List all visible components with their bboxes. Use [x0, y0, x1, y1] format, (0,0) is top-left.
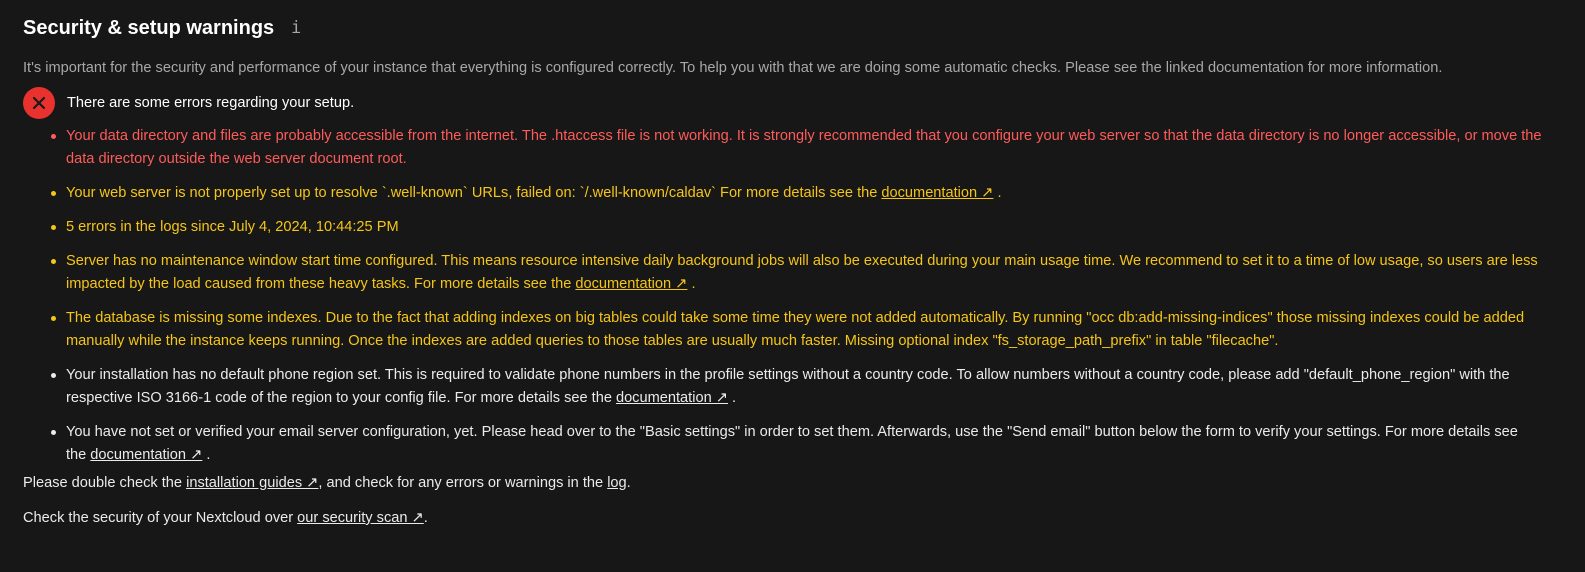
warning-text: Your installation has no default phone r…: [66, 367, 1510, 406]
warning-text-end: .: [727, 390, 737, 406]
section-header: Security & setup warnings i: [23, 14, 1562, 42]
documentation-link[interactable]: documentation ↗: [881, 185, 993, 201]
warning-text: Your data directory and files are probab…: [66, 128, 1542, 167]
status-text: There are some errors regarding your set…: [67, 95, 355, 111]
footer-text: Please double check the: [23, 475, 183, 491]
warning-text-end: .: [993, 185, 1002, 201]
section-title: Security & setup warnings: [23, 16, 275, 39]
documentation-link[interactable]: documentation ↗: [575, 276, 687, 292]
warning-item: The database is missing some indexes. Du…: [45, 307, 1562, 353]
close-icon: [32, 96, 46, 110]
footer-text: .: [423, 510, 428, 526]
section-intro: It's important for the security and perf…: [23, 60, 1443, 76]
log-link[interactable]: log: [607, 475, 626, 491]
warning-item: Your installation has no default phone r…: [45, 364, 1562, 410]
warning-item: Server has no maintenance window start t…: [45, 250, 1562, 296]
security-scan-link[interactable]: our security scan ↗: [297, 510, 424, 526]
warnings-list: Your data directory and files are probab…: [23, 125, 1562, 467]
footer-text: .: [626, 475, 631, 491]
warning-item: 5 errors in the logs since July 4, 2024,…: [45, 216, 1562, 239]
footer-text: Check the security of your Nextcloud ove…: [23, 510, 294, 526]
installation-guides-note: Please double check the installation gui…: [23, 472, 1562, 495]
documentation-link[interactable]: documentation ↗: [616, 390, 728, 406]
security-scan-note: Check the security of your Nextcloud ove…: [23, 507, 1562, 530]
footer-text: , and check for any errors or warnings i…: [318, 475, 604, 491]
warning-text: Server has no maintenance window start t…: [66, 253, 1538, 292]
installation-guides-link[interactable]: installation guides ↗: [186, 475, 318, 491]
error-status-icon: [23, 87, 55, 119]
warning-text-end: .: [687, 276, 696, 292]
warning-text: The database is missing some indexes. Du…: [66, 310, 1525, 349]
info-icon[interactable]: i: [288, 18, 304, 38]
setup-status: There are some errors regarding your set…: [23, 87, 1562, 119]
security-setup-warnings-section: Security & setup warnings i It's importa…: [0, 0, 1585, 530]
warning-item: You have not set or verified your email …: [45, 421, 1562, 467]
warning-text: Your web server is not properly set up t…: [66, 185, 878, 201]
warning-item: Your data directory and files are probab…: [45, 125, 1562, 171]
warning-text-end: .: [202, 447, 211, 463]
warning-item: Your web server is not properly set up t…: [45, 182, 1562, 205]
documentation-link[interactable]: documentation ↗: [90, 447, 202, 463]
warning-text: 5 errors in the logs since July 4, 2024,…: [66, 219, 399, 235]
warning-text: You have not set or verified your email …: [66, 424, 1518, 463]
